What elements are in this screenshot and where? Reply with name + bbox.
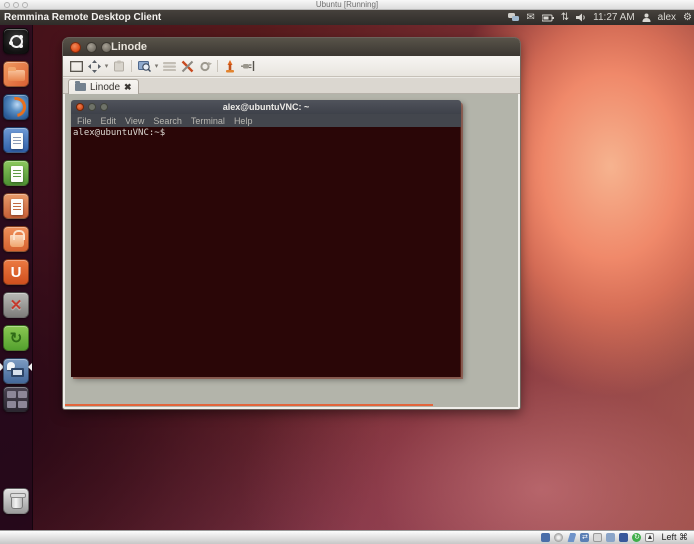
focused-app-arrow-right	[28, 363, 32, 371]
keyboard-grab-icon[interactable]	[160, 58, 178, 75]
toolbar-separator	[217, 60, 218, 72]
ubuntu-top-panel: Remmina Remote Desktop Client ✉ ⇅ 11:27 …	[0, 10, 694, 25]
menu-search[interactable]: Search	[153, 116, 182, 126]
menu-file[interactable]: File	[77, 116, 92, 126]
workspace-cell	[7, 401, 16, 408]
session-gear-icon[interactable]: ⚙	[683, 10, 692, 25]
trash-can-icon	[11, 495, 23, 509]
usb-status-icon[interactable]	[593, 533, 602, 542]
active-app-title: Remmina Remote Desktop Client	[4, 10, 161, 25]
menu-edit[interactable]: Edit	[101, 116, 117, 126]
firefox-icon	[3, 94, 29, 120]
network-traffic-icon[interactable]: ⇅	[561, 10, 569, 25]
remmina-window: Linode ▾ ▾	[63, 38, 520, 409]
tab-linode[interactable]: Linode ✖	[68, 79, 139, 94]
display-status-icon[interactable]	[619, 533, 628, 542]
mouse-integration-status-icon[interactable]: ▲	[645, 533, 654, 542]
remmina-titlebar[interactable]: Linode	[63, 38, 520, 56]
window-close-button[interactable]	[70, 42, 81, 53]
remmina-tabbar: Linode ✖	[63, 78, 520, 94]
launcher-item-libreoffice-writer[interactable]	[3, 127, 29, 153]
vnc-viewport[interactable]: alex@ubuntuVNC: ~ File Edit View Search …	[65, 94, 518, 407]
terminal-body[interactable]: alex@ubuntuVNC:~$	[71, 127, 461, 377]
toolbar-separator	[131, 60, 132, 72]
ubuntu-logo-icon	[4, 29, 28, 53]
launcher-item-ubuntu-one[interactable]: U	[3, 259, 29, 285]
launcher-item-workspace-switcher[interactable]	[3, 386, 29, 412]
floppy-status-icon[interactable]	[567, 533, 576, 542]
scale-dropdown-caret-icon[interactable]: ▾	[103, 62, 110, 70]
terminal-title: alex@ubuntuVNC: ~	[71, 100, 461, 114]
user-icon[interactable]	[642, 10, 651, 25]
disconnect-plug-icon[interactable]	[239, 58, 257, 75]
session-username[interactable]: alex	[658, 10, 676, 25]
menu-view[interactable]: View	[125, 116, 144, 126]
launcher-item-software-center[interactable]	[3, 226, 29, 252]
vbox-statusbar: ⇄ ↻ ▲ Left ⌘	[0, 530, 694, 544]
tools-cross-icon: ✕	[4, 293, 28, 317]
menu-terminal[interactable]: Terminal	[191, 116, 225, 126]
paste-icon[interactable]	[110, 58, 128, 75]
window-minimize-button[interactable]	[86, 42, 97, 53]
tab-folder-icon	[75, 83, 86, 91]
terminal-titlebar[interactable]: alex@ubuntuVNC: ~	[71, 100, 461, 114]
panel-clock[interactable]: 11:27 AM	[593, 10, 635, 25]
green-swirl-icon: ↻	[4, 326, 28, 350]
remote-wallpaper-edge	[65, 404, 433, 406]
desktop-wallpaper: U ✕ ↻	[0, 25, 694, 530]
launcher-item-dash-home[interactable]	[3, 28, 29, 54]
features-status-icon[interactable]: ↻	[632, 533, 641, 542]
workspace-cell	[7, 391, 16, 398]
refresh-gear-icon[interactable]	[196, 58, 214, 75]
host-key-label: Left ⌘	[661, 532, 688, 543]
unity-launcher: U ✕ ↻	[0, 25, 33, 530]
battery-icon[interactable]	[542, 10, 554, 25]
ubuntu-one-icon: U	[4, 260, 28, 284]
launcher-item-remmina[interactable]	[3, 358, 29, 384]
monitor-icon	[11, 368, 24, 377]
launcher-item-home-folder[interactable]	[3, 61, 29, 87]
launcher-item-firefox[interactable]	[3, 94, 29, 120]
magnifier-icon[interactable]	[135, 58, 153, 75]
writer-document-icon	[11, 133, 23, 149]
messaging-icon[interactable]	[508, 10, 519, 25]
volume-icon[interactable]	[576, 10, 586, 25]
host-titlebar: Ubuntu [Running]	[0, 0, 694, 10]
remmina-toolbar: ▾ ▾	[63, 56, 520, 77]
shared-folders-status-icon[interactable]	[606, 533, 615, 542]
magnifier-dropdown-caret-icon[interactable]: ▾	[153, 62, 160, 70]
impress-presentation-icon	[11, 199, 23, 215]
launcher-item-libreoffice-calc[interactable]	[3, 160, 29, 186]
launcher-item-libreoffice-impress[interactable]	[3, 193, 29, 219]
preferences-tools-icon[interactable]	[178, 58, 196, 75]
indicator-area: ✉ ⇅ 11:27 AM alex ⚙	[508, 10, 692, 25]
tab-close-icon[interactable]: ✖	[124, 83, 132, 92]
scale-mode-icon[interactable]	[85, 58, 103, 75]
workspace-cell	[18, 401, 27, 408]
launcher-item-system-settings[interactable]: ✕	[3, 292, 29, 318]
host-window-title: Ubuntu [Running]	[0, 0, 694, 10]
terminal-menubar: File Edit View Search Terminal Help	[71, 114, 461, 127]
launcher-item-trash[interactable]	[3, 488, 29, 514]
folder-icon	[8, 70, 25, 81]
network-status-icon[interactable]: ⇄	[580, 533, 589, 542]
calc-spreadsheet-icon	[11, 166, 23, 182]
shopping-bag-icon	[10, 235, 24, 247]
fullscreen-icon[interactable]	[67, 58, 85, 75]
hdd-status-icon[interactable]	[541, 533, 550, 542]
optical-status-icon[interactable]	[554, 533, 563, 542]
virtualbox-guest-screen: Ubuntu [Running] Remmina Remote Desktop …	[0, 0, 694, 544]
menu-help[interactable]: Help	[234, 116, 253, 126]
shell-prompt: alex@ubuntuVNC:~$	[71, 127, 460, 138]
mail-icon[interactable]: ✉	[526, 10, 534, 25]
screenshot-tool-icon[interactable]	[221, 58, 239, 75]
launcher-item-green-app[interactable]: ↻	[3, 325, 29, 351]
remmina-window-title: Linode	[111, 38, 147, 56]
workspace-cell	[18, 391, 27, 398]
tab-label: Linode	[90, 82, 120, 93]
terminal-window: alex@ubuntuVNC: ~ File Edit View Search …	[71, 100, 461, 377]
